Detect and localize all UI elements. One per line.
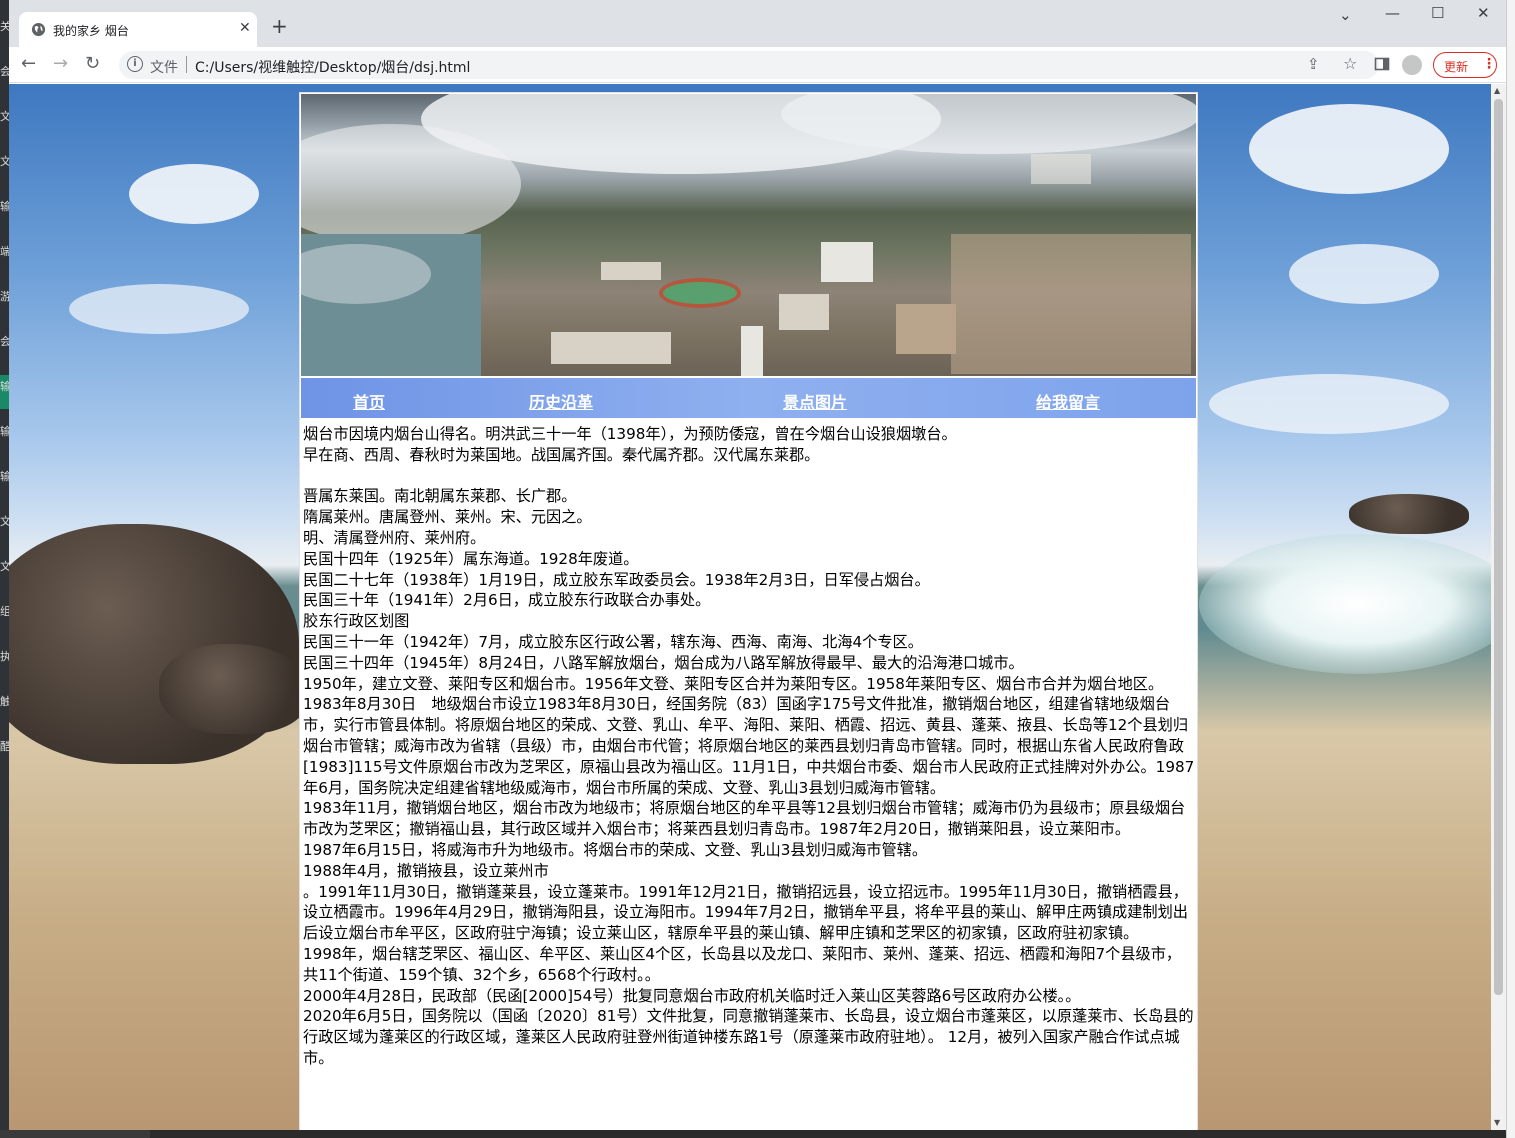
article-line: 早在商、西周、春秋时为莱国地。战国属齐国。秦代属齐郡。汉代属东莱郡。 [303, 445, 820, 464]
cloud [1249, 104, 1449, 194]
article-line: 2020年6月5日，国务院以（国函〔2020〕81号）文件批复，同意撤销蓬莱市、… [303, 1007, 1194, 1067]
article-line: 1988年4月，撤销掖县，设立莱州市 [303, 861, 549, 880]
tab-active[interactable]: 我的家乡 烟台 ✕ [19, 12, 257, 47]
globe-icon [31, 22, 46, 37]
desktop-glyph[interactable]: 输 [0, 470, 9, 484]
article-line: 民国三十年（1941年）2月6日，成立胶东行政联合办事处。 [303, 591, 711, 610]
building [779, 294, 829, 330]
article-line: 1998年，烟台辖芝罘区、福山区、牟平区、莱山区4个区，长岛县以及龙口、莱阳市、… [303, 944, 1182, 984]
city-banner-image [301, 94, 1196, 376]
divider [186, 56, 187, 73]
scheme-label: 文件 [150, 60, 178, 76]
desktop-glyph[interactable]: 触 [0, 695, 9, 709]
article-line: 民国二十七年（1938年）1月19日，成立胶东军政委员会。1938年2月3日，日… [303, 570, 930, 589]
desktop-glyph[interactable]: 输 [0, 200, 9, 214]
cloud [129, 164, 259, 224]
main-navbar: 首页 历史沿革 景点图片 给我留言 [301, 378, 1196, 418]
desktop-glyph[interactable]: 输 [0, 380, 9, 394]
building [1031, 154, 1091, 184]
close-window-icon[interactable]: ✕ [1477, 4, 1490, 22]
chevron-down-icon[interactable]: ⌄ [1339, 6, 1352, 24]
scroll-up-icon[interactable]: ▲ [1494, 86, 1500, 95]
update-button[interactable]: 更新 ⋮ [1433, 52, 1497, 78]
building [601, 262, 661, 280]
new-tab-icon[interactable]: + [271, 16, 288, 36]
minimize-icon[interactable]: — [1385, 4, 1400, 22]
article-line: 民国三十一年（1942年）7月，成立胶东区行政公署，辖东海、西海、南海、北海4个… [303, 632, 923, 651]
article-line: 明、清属登州府、莱州府。 [303, 528, 486, 547]
desktop-glyph[interactable]: 游 [0, 290, 9, 304]
article-line: 胶东行政区划图 [303, 612, 410, 631]
article-line: 晋属东莱国。南北朝属东莱郡、长广郡。 [303, 487, 577, 506]
article-line: 1983年11月，撤销烟台地区，烟台市改为地级市；将原烟台地区的牟平县等12县划… [303, 799, 1186, 839]
wave [1199, 534, 1491, 674]
building [551, 332, 671, 364]
desktop-glyph[interactable]: 会 [0, 65, 9, 79]
maximize-icon[interactable]: ☐ [1431, 4, 1444, 22]
rock [159, 644, 309, 734]
desktop-taskbar-fragment [0, 1130, 150, 1138]
building [821, 242, 873, 282]
article-line: 烟台市因境内烟台山得名。明洪武三十一年（1398年），为预防倭寇，曾在今烟台山设… [303, 425, 957, 443]
article-line: 民国三十四年（1945年）8月24日，八路军解放烟台，烟台成为八路军解放得最早、… [303, 653, 1024, 672]
rock [1349, 494, 1469, 534]
tab-close-icon[interactable]: ✕ [239, 20, 251, 36]
desktop-glyph[interactable]: 输 [0, 425, 9, 439]
desktop-right-strip [1506, 0, 1515, 1138]
cloud [69, 284, 249, 334]
tab-title: 我的家乡 烟台 [53, 24, 129, 38]
building [951, 234, 1191, 374]
share-icon[interactable]: ⇪ [1307, 55, 1320, 73]
bookmark-star-icon[interactable]: ☆ [1343, 54, 1357, 73]
cloud [1209, 374, 1449, 434]
building [896, 304, 956, 354]
update-label: 更新 [1444, 60, 1469, 74]
scroll-down-icon[interactable]: ▼ [1494, 1118, 1500, 1127]
article-line: 。1991年11月30日，撤销蓬莱县，设立蓬莱市。1991年12月21日，撤销招… [303, 882, 1188, 943]
desktop-glyph[interactable]: 关 [0, 20, 9, 34]
history-article: 烟台市因境内烟台山得名。明洪武三十一年（1398年），为预防倭寇，曾在今烟台山设… [303, 424, 1195, 1069]
page-content: 首页 历史沿革 景点图片 给我留言 烟台市因境内烟台山得名。明洪武三十一年（13… [299, 92, 1198, 1130]
desktop-glyph[interactable]: 组 [0, 605, 9, 619]
browser-window: 我的家乡 烟台 ✕ + ⌄ — ☐ ✕ ← → ↻ i 文件 C:/Users/… [9, 0, 1506, 1130]
url-text[interactable]: C:/Users/视维触控/Desktop/烟台/dsj.html [195, 57, 470, 77]
tab-bar: 我的家乡 烟台 ✕ + ⌄ — ☐ ✕ [9, 0, 1506, 47]
nav-history[interactable]: 历史沿革 [529, 389, 593, 413]
desktop-glyph[interactable]: 文 [0, 110, 9, 124]
vertical-scrollbar[interactable]: ▲ ▼ [1491, 84, 1506, 1130]
address-toolbar: ← → ↻ i 文件 C:/Users/视维触控/Desktop/烟台/dsj.… [9, 47, 1506, 83]
back-icon[interactable]: ← [21, 54, 36, 74]
profile-avatar-icon[interactable] [1402, 55, 1422, 75]
desktop-glyph[interactable]: 酷 [0, 740, 9, 754]
nav-message[interactable]: 给我留言 [1036, 389, 1100, 413]
article-line: 隋属莱州。唐属登州、莱州。宋、元因之。 [303, 508, 592, 527]
desktop-glyph[interactable]: 文 [0, 155, 9, 169]
desktop-glyph[interactable]: 端 [0, 245, 9, 259]
reload-icon[interactable]: ↻ [85, 54, 100, 74]
menu-dots-icon[interactable]: ⋮ [1482, 56, 1496, 72]
desktop-glyph[interactable]: 执 [0, 650, 9, 664]
stadium [659, 278, 741, 308]
desktop-glyph[interactable]: 文 [0, 515, 9, 529]
building [741, 326, 763, 376]
article-line: 民国十四年（1925年）属东海道。1928年废道。 [303, 549, 639, 568]
article-line: 2000年4月28日，民政部（民函[2000]54号）批复同意烟台市政府机关临时… [303, 986, 1081, 1005]
page-viewport: 首页 历史沿革 景点图片 给我留言 烟台市因境内烟台山得名。明洪武三十一年（13… [9, 84, 1491, 1130]
article-line: 1983年8月30日 地级烟台市设立1983年8月30日，经国务院（83）国函字… [303, 695, 1195, 797]
cloud [1289, 244, 1439, 304]
scrollbar-thumb[interactable] [1494, 99, 1503, 995]
side-panel-icon[interactable] [1374, 56, 1390, 72]
nav-home[interactable]: 首页 [353, 389, 385, 413]
address-bar[interactable]: i 文件 C:/Users/视维触控/Desktop/烟台/dsj.html ⇪… [119, 51, 1379, 79]
article-line: 1950年，建立文登、莱阳专区和烟台市。1956年文登、莱阳专区合并为莱阳专区。… [303, 674, 1164, 693]
info-icon[interactable]: i [127, 56, 143, 72]
desktop-glyph[interactable]: 文 [0, 560, 9, 574]
nav-photos[interactable]: 景点图片 [783, 389, 847, 413]
forward-icon[interactable]: → [53, 54, 68, 74]
article-line: 1987年6月15日，将威海市升为地级市。将烟台市的荣成、文登、乳山3县划归威海… [303, 840, 928, 859]
desktop-glyph[interactable]: 会 [0, 335, 9, 349]
desktop-left-strip: 关会文文输端游会输输输文文组执触酷 [0, 0, 9, 1138]
